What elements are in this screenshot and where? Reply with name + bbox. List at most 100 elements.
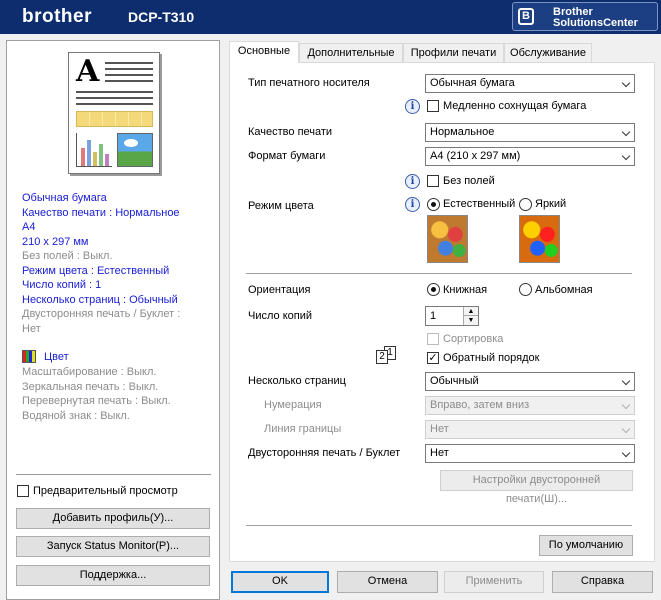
preview-checkbox[interactable]	[17, 485, 29, 497]
quality-value: Нормальное	[430, 126, 495, 138]
portrait-label: Книжная	[443, 284, 488, 296]
chevron-down-icon	[621, 424, 631, 434]
defaults-button[interactable]: По умолчанию	[539, 535, 633, 556]
bottom-divider	[246, 525, 632, 526]
reverse-order-icon: 1 2	[376, 346, 401, 364]
border-line-value: Нет	[430, 423, 449, 435]
border-line-label: Линия границы	[264, 423, 342, 435]
chevron-down-icon	[621, 127, 631, 137]
summary-duplex: Двусторонняя печать / Буклет :	[22, 308, 181, 320]
borderless-label: Без полей	[443, 175, 495, 187]
paper-size-label: Формат бумаги	[248, 150, 326, 162]
info-icon[interactable]: i	[405, 99, 420, 114]
natural-sample-image	[427, 215, 468, 263]
summary-media: Обычная бумага	[22, 192, 107, 204]
info-icon[interactable]: i	[405, 174, 420, 189]
color-vivid-label: Яркий	[535, 198, 567, 210]
section-divider	[246, 273, 632, 274]
landscape-radio[interactable]	[519, 283, 532, 296]
summary-quality: Качество печати : Нормальное	[22, 206, 180, 219]
summary-extra-list: Масштабирование : Выкл. Зеркальная печат…	[22, 365, 171, 423]
color-mode-label: Режим цвета	[248, 200, 314, 212]
help-button[interactable]: Справка	[552, 571, 653, 593]
color-natural-radio[interactable]	[427, 198, 440, 211]
tab-maintenance[interactable]: Обслуживание	[504, 43, 592, 62]
printer-model: DCP-T310	[128, 9, 195, 25]
copies-stepper[interactable]: 1 ▲ ▼	[425, 306, 479, 326]
support-button[interactable]: Поддержка...	[16, 565, 210, 586]
slow-dry-checkbox[interactable]	[427, 100, 439, 112]
summary-multipage: Несколько страниц : Обычный	[22, 293, 178, 306]
summary-reverse-print: Перевернутая печать : Выкл.	[22, 395, 171, 407]
vivid-sample-image	[519, 215, 560, 263]
slow-dry-label: Медленно сохнущая бумага	[443, 100, 587, 112]
preview-label: Предварительный просмотр	[33, 485, 178, 497]
status-monitor-button[interactable]: Запуск Status Monitor(P)...	[16, 536, 210, 557]
chevron-down-icon	[621, 400, 631, 410]
reverse-order-label: Обратный порядок	[443, 352, 540, 364]
spin-down-icon[interactable]: ▼	[463, 316, 478, 325]
borderless-checkbox[interactable]	[427, 175, 439, 187]
document-preview-icon: A	[68, 52, 160, 174]
solutions-center-button[interactable]: B Brother SolutionsCenter	[512, 2, 658, 31]
page-order-value: Вправо, затем вниз	[430, 399, 530, 411]
orientation-label: Ориентация	[248, 284, 311, 296]
multipage-label: Несколько страниц	[248, 375, 346, 387]
media-type-select[interactable]: Обычная бумага	[425, 74, 635, 93]
chevron-down-icon	[621, 448, 631, 458]
chevron-down-icon	[621, 78, 631, 88]
copies-value: 1	[430, 310, 437, 322]
chevron-down-icon	[621, 151, 631, 161]
tab-basic[interactable]: Основные	[229, 41, 299, 63]
landscape-label: Альбомная	[535, 284, 593, 296]
ok-button[interactable]: OK	[231, 571, 329, 593]
solutions-center-line2: SolutionsCenter	[553, 17, 638, 29]
color-icon	[22, 350, 36, 363]
border-line-select[interactable]: Нет	[425, 420, 635, 439]
copies-label: Число копий	[248, 310, 312, 322]
brother-b-icon: B	[518, 8, 534, 25]
summary-scaling: Масштабирование : Выкл.	[22, 366, 157, 378]
summary-borderless: Без полей : Выкл.	[22, 250, 113, 262]
paper-size-select[interactable]: A4 (210 x 297 мм)	[425, 147, 635, 166]
chevron-down-icon	[621, 376, 631, 386]
color-vivid-radio[interactable]	[519, 198, 532, 211]
divider	[16, 474, 211, 475]
summary-mirror: Зеркальная печать : Выкл.	[22, 380, 159, 393]
collate-checkbox[interactable]	[427, 333, 439, 345]
tab-print-profiles[interactable]: Профили печати	[403, 43, 504, 62]
header-bar: brother DCP-T310 B Brother SolutionsCent…	[0, 0, 661, 34]
add-profile-button[interactable]: Добавить профиль(У)...	[16, 508, 210, 529]
duplex-label: Двусторонняя печать / Буклет	[248, 447, 401, 459]
spin-up-icon[interactable]: ▲	[463, 307, 478, 316]
media-type-label: Тип печатного носителя	[248, 77, 370, 89]
summary-color-label: Цвет	[44, 351, 69, 363]
summary-paper-size: 210 x 297 мм	[22, 235, 89, 248]
media-type-value: Обычная бумага	[430, 77, 515, 89]
duplex-settings-button[interactable]: Настройки двусторонней печати(Ш)...	[440, 470, 633, 505]
paper-size-value: A4 (210 x 297 мм)	[430, 150, 521, 162]
summary-duplex-value: Нет	[22, 322, 41, 335]
summary-list: Обычная бумага Качество печати : Нормаль…	[22, 191, 180, 336]
apply-button[interactable]: Применить	[444, 571, 544, 593]
duplex-select[interactable]: Нет	[425, 444, 635, 463]
summary-color-mode: Режим цвета : Естественный	[22, 264, 170, 277]
cancel-button[interactable]: Отмена	[337, 571, 438, 593]
tab-advanced[interactable]: Дополнительные	[299, 43, 403, 62]
basic-tab-panel: Тип печатного носителя Обычная бумага i …	[229, 62, 655, 562]
quality-label: Качество печати	[248, 126, 333, 138]
summary-paper: A4	[22, 221, 36, 233]
quality-select[interactable]: Нормальное	[425, 123, 635, 142]
info-icon[interactable]: i	[405, 197, 420, 212]
page-order-select[interactable]: Вправо, затем вниз	[425, 396, 635, 415]
duplex-value: Нет	[430, 447, 449, 459]
multipage-value: Обычный	[430, 375, 479, 387]
color-natural-label: Естественный	[443, 198, 516, 210]
collate-label: Сортировка	[443, 333, 504, 345]
summary-watermark: Водяной знак : Выкл.	[22, 409, 130, 422]
portrait-radio[interactable]	[427, 283, 440, 296]
reverse-order-checkbox[interactable]: ✓	[427, 352, 439, 364]
multipage-select[interactable]: Обычный	[425, 372, 635, 391]
summary-copies: Число копий : 1	[22, 279, 102, 291]
page-order-label: Нумерация	[264, 399, 322, 411]
